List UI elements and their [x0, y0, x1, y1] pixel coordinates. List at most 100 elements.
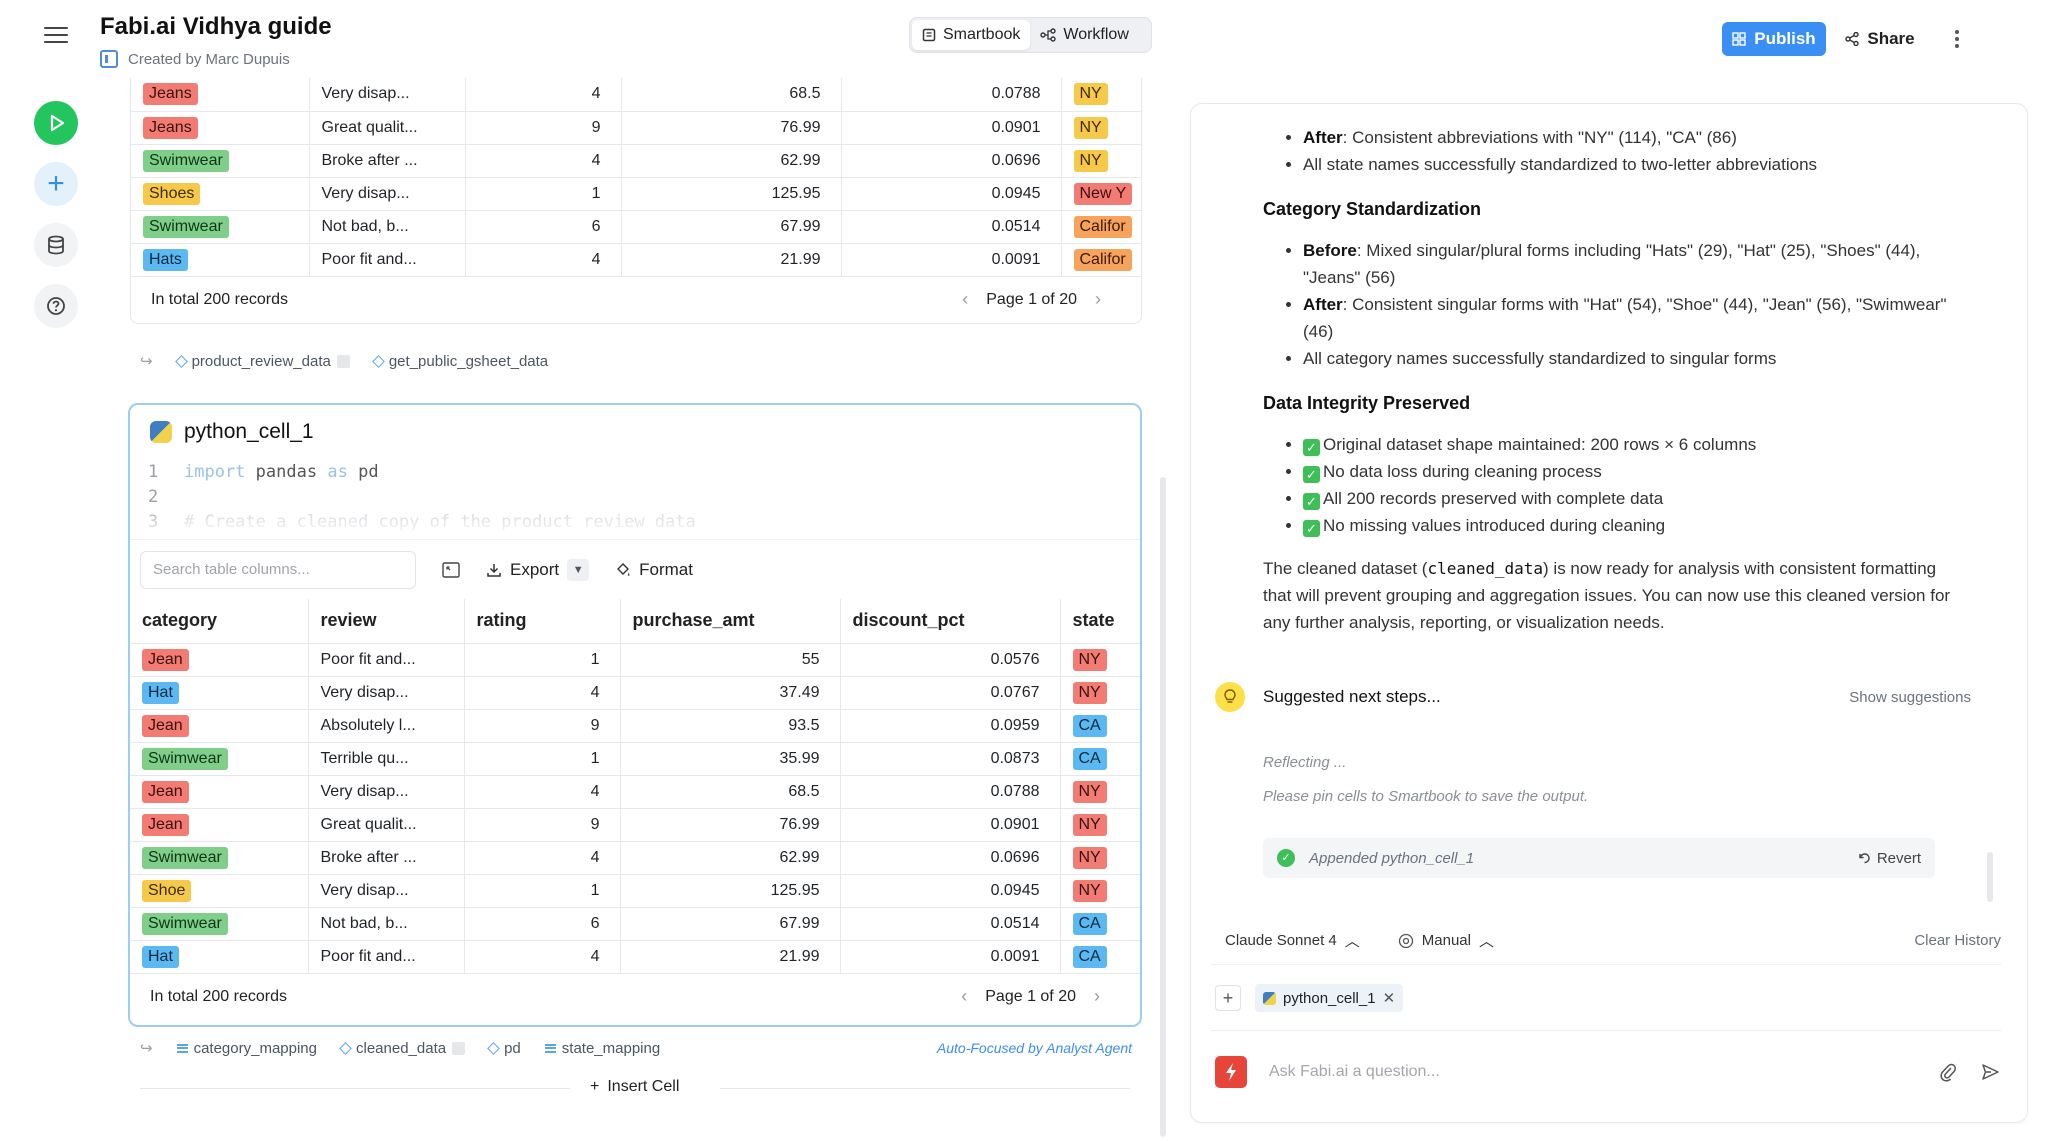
column-header-state[interactable]: state [1060, 599, 1140, 644]
list-item: ✓No missing values introduced during cle… [1303, 512, 1963, 539]
format-button[interactable]: Format [615, 560, 693, 580]
add-context-button[interactable]: + [1215, 985, 1241, 1011]
cell-rating: 9 [465, 111, 622, 145]
smartbook-mode-button[interactable]: Smartbook [912, 20, 1031, 50]
cell-review: Very disap... [308, 775, 465, 809]
share-button[interactable]: Share [1838, 22, 1922, 56]
expand-button[interactable] [442, 561, 460, 578]
send-button[interactable] [1975, 1057, 2005, 1087]
chat-scrollbar[interactable] [1987, 852, 1993, 902]
fabi-logo-icon [1215, 1056, 1247, 1088]
cell-category: Hat [130, 676, 309, 710]
column-header-review[interactable]: review [308, 599, 465, 644]
state-tag: CA [1072, 747, 1107, 770]
table-row[interactable]: Shoe Very disap... 1 125.95 0.0945 NY [130, 874, 1140, 908]
category-tag: Hats [143, 248, 188, 271]
context-chip[interactable]: python_cell_1 ✕ [1255, 984, 1404, 1012]
table-row[interactable]: Shoes Very disap... 1 125.95 0.0945 New Y [131, 177, 1141, 211]
state-tag: CA [1072, 912, 1107, 935]
insert-cell-button[interactable]: + Insert Cell [590, 1078, 679, 1096]
model-selector[interactable]: Claude Sonnet 4 ︿ [1225, 930, 1360, 951]
state-tag: CA [1072, 945, 1107, 968]
help-icon [47, 297, 65, 315]
dep-product-review-data[interactable]: product_review_data [174, 353, 350, 370]
cell-purchase-amt: 125.95 [620, 874, 841, 908]
show-suggestions-button[interactable]: Show suggestions [1849, 689, 1971, 706]
table-row[interactable]: Swimwear Broke after ... 4 62.99 0.0696 NY [131, 144, 1141, 178]
category-tag: Swimwear [143, 215, 229, 238]
next-page-icon[interactable]: › [1095, 289, 1101, 310]
column-header-category[interactable]: category [130, 599, 309, 644]
state-tag: NY [1072, 780, 1107, 803]
suggested-steps: Suggested next steps... Show suggestions [1215, 682, 2005, 712]
publish-button[interactable]: Publish [1722, 22, 1826, 56]
table-row[interactable]: Jean Absolutely l... 9 93.5 0.0959 CA [130, 709, 1140, 743]
column-header-rating[interactable]: rating [464, 599, 621, 644]
table-row[interactable]: Swimwear Not bad, b... 6 67.99 0.0514 Califor [131, 210, 1141, 244]
dep-category-mapping[interactable]: category_mapping [176, 1040, 317, 1057]
table-row[interactable]: Hat Poor fit and... 4 21.99 0.0091 CA [130, 940, 1140, 974]
more-options-icon[interactable] [1940, 22, 1974, 56]
chevron-down-icon[interactable]: ▼ [567, 558, 590, 581]
workflow-icon [1040, 28, 1057, 42]
diamond-icon [487, 1041, 500, 1055]
revert-button[interactable]: Revert [1857, 850, 1921, 867]
table-row[interactable]: Swimwear Not bad, b... 6 67.99 0.0514 CA [130, 907, 1140, 941]
hamburger-menu-icon[interactable] [44, 22, 68, 46]
table-row[interactable]: Jeans Very disap... 4 68.5 0.0788 NY [131, 78, 1141, 112]
mode-selector[interactable]: Manual ︿ [1398, 930, 1494, 951]
database-button[interactable] [34, 223, 78, 267]
column-header-discount-pct[interactable]: discount_pct [840, 599, 1061, 644]
table-row[interactable]: Jean Very disap... 4 68.5 0.0788 NY [130, 775, 1140, 809]
attach-button[interactable] [1933, 1057, 1963, 1087]
prev-page-icon[interactable]: ‹ [961, 986, 967, 1007]
column-header-purchase-amt[interactable]: purchase_amt [620, 599, 841, 644]
table-row[interactable]: Swimwear Terrible qu... 1 35.99 0.0873 CA [130, 742, 1140, 776]
state-tag: NY [1073, 83, 1108, 106]
next-page-icon[interactable]: › [1094, 986, 1100, 1007]
clear-history-button[interactable]: Clear History [1914, 932, 2001, 949]
cell-review: Very disap... [308, 874, 465, 908]
dep-get-public-gsheet-data[interactable]: get_public_gsheet_data [371, 353, 548, 370]
help-button[interactable] [34, 284, 78, 328]
cell-discount-pct: 0.0788 [841, 78, 1062, 112]
cell-name[interactable]: python_cell_1 [184, 420, 314, 444]
dep-state-mapping[interactable]: state_mapping [544, 1040, 660, 1057]
dep-cleaned-data[interactable]: cleaned_data [339, 1040, 466, 1057]
notebook-scrollbar[interactable] [1160, 477, 1166, 1137]
table-row[interactable]: Hats Poor fit and... 4 21.99 0.0091 Califor [131, 243, 1141, 277]
cell-review: Not bad, b... [309, 210, 466, 244]
table-row[interactable]: Jean Great qualit... 9 76.99 0.0901 NY [130, 808, 1140, 842]
run-button[interactable] [34, 101, 78, 145]
cell-category: Swimwear [130, 841, 309, 875]
table-row[interactable]: Hat Very disap... 4 37.49 0.0767 NY [130, 676, 1140, 710]
export-button[interactable]: Export ▼ [486, 558, 590, 581]
search-columns-input[interactable] [140, 550, 416, 589]
prev-page-icon[interactable]: ‹ [962, 289, 968, 310]
cell-purchase-amt: 68.5 [621, 78, 842, 112]
table-row[interactable]: Jean Poor fit and... 1 55 0.0576 NY [130, 643, 1140, 677]
cell-discount-pct: 0.0576 [840, 643, 1061, 677]
code-editor[interactable]: 1 import pandas as pd 2 3 # Create a clean… [130, 459, 1140, 539]
ask-input[interactable] [1269, 1063, 1921, 1081]
pagination: ‹ Page 1 of 20 › [962, 289, 1101, 310]
workflow-mode-button[interactable]: Workflow [1030, 20, 1139, 50]
python-cell[interactable]: python_cell_1 1 import pandas as pd 2 3 # … [128, 403, 1142, 1027]
table-row[interactable]: Jeans Great qualit... 9 76.99 0.0901 NY [131, 111, 1141, 145]
pagination: ‹ Page 1 of 20 › [961, 986, 1100, 1007]
divider [1211, 1030, 2001, 1031]
send-icon [1982, 1064, 1999, 1080]
dep-pd[interactable]: pd [487, 1040, 521, 1057]
table-row[interactable]: Swimwear Broke after ... 4 62.99 0.0696 NY [130, 841, 1140, 875]
cell-discount-pct: 0.0514 [841, 210, 1062, 244]
divider [140, 1088, 570, 1089]
cell-discount-pct: 0.0091 [840, 940, 1061, 974]
add-cell-button[interactable]: + [34, 162, 78, 206]
page-title: Fabi.ai Vidhya guide [100, 13, 332, 40]
record-count: In total 200 records [151, 290, 288, 308]
list-item: ✓Original dataset shape maintained: 200 … [1303, 431, 1963, 458]
close-icon[interactable]: ✕ [1383, 989, 1396, 1007]
cell-state: NY [1060, 841, 1140, 875]
list-item: After: Consistent singular forms with "H… [1303, 291, 1963, 345]
previous-data-table: Jeans Very disap... 4 68.5 0.0788 NY Jeans Grea… [131, 78, 1141, 277]
